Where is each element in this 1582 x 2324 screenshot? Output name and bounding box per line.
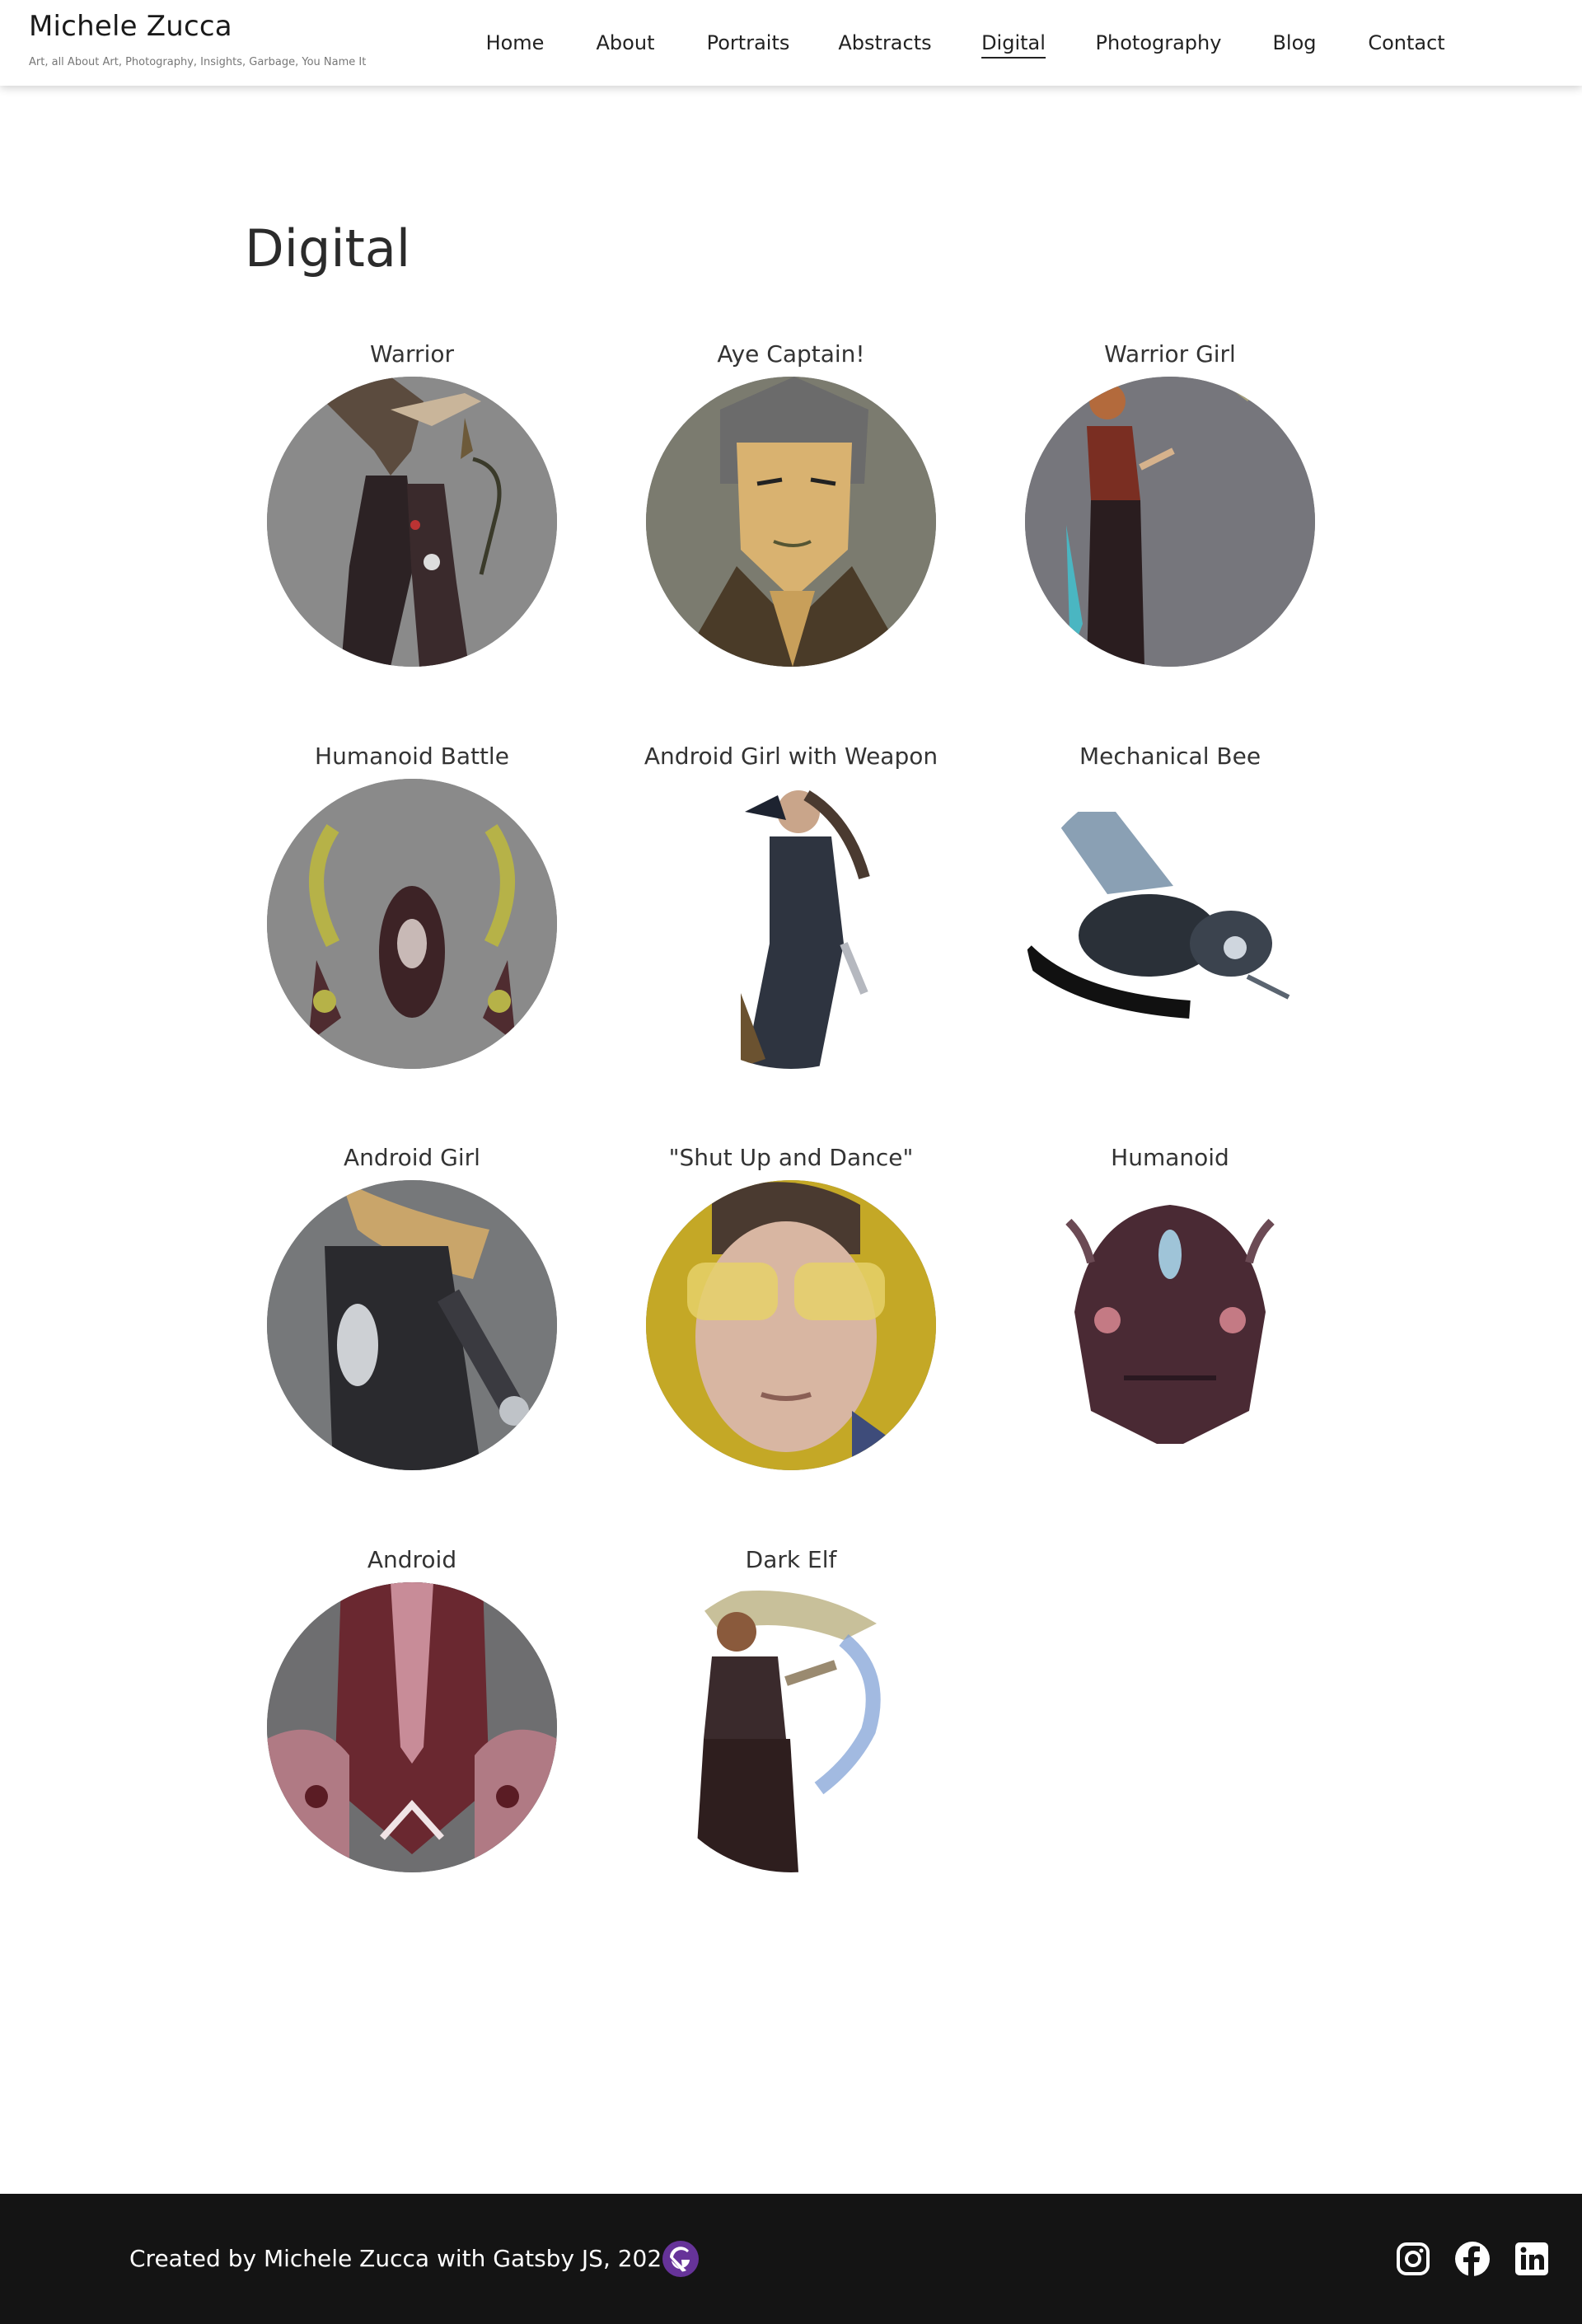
android-girl-thumbnail[interactable] bbox=[267, 1180, 557, 1470]
mechanical-bee-thumbnail[interactable] bbox=[1025, 779, 1315, 1069]
humanoid-battle-thumbnail[interactable] bbox=[267, 779, 557, 1069]
warrior-thumbnail[interactable] bbox=[267, 377, 557, 667]
humanoid-thumbnail[interactable] bbox=[1025, 1180, 1315, 1470]
artwork-title: Dark Elf bbox=[745, 1546, 837, 1573]
nav-blog[interactable]: Blog bbox=[1272, 30, 1316, 55]
nav-contact[interactable]: Contact bbox=[1368, 30, 1444, 55]
artwork-card[interactable]: Humanoid bbox=[997, 1143, 1343, 1473]
shut-up-and-dance-thumbnail[interactable] bbox=[646, 1180, 936, 1470]
artwork-card[interactable]: Aye Captain! bbox=[618, 340, 964, 669]
artwork-card[interactable]: Android Girl bbox=[239, 1143, 585, 1473]
artwork-card[interactable]: Android bbox=[239, 1545, 585, 1875]
artwork-title: "Shut Up and Dance" bbox=[668, 1144, 914, 1171]
facebook-icon[interactable] bbox=[1453, 2240, 1491, 2278]
site-footer: Created by Michele Zucca with Gatsby JS,… bbox=[0, 2194, 1582, 2324]
warrior-girl-thumbnail[interactable] bbox=[1025, 377, 1315, 667]
nav-home[interactable]: Home bbox=[486, 30, 545, 55]
artwork-card[interactable]: Warrior Girl bbox=[997, 340, 1343, 669]
captain-thumbnail[interactable] bbox=[646, 377, 936, 667]
artwork-title: Android Girl bbox=[344, 1144, 480, 1171]
android-thumbnail[interactable] bbox=[267, 1582, 557, 1872]
artwork-title: Android bbox=[367, 1546, 457, 1573]
footer-credit: Created by Michele Zucca with Gatsby JS,… bbox=[129, 2245, 677, 2272]
linkedin-icon[interactable] bbox=[1513, 2240, 1551, 2278]
artwork-card[interactable]: Warrior bbox=[239, 340, 585, 669]
nav-photography[interactable]: Photography bbox=[1096, 30, 1222, 55]
artwork-title: Aye Captain! bbox=[717, 340, 865, 368]
artwork-card[interactable]: Humanoid Battle bbox=[239, 742, 585, 1071]
artwork-title: Humanoid Battle bbox=[315, 743, 509, 770]
artwork-card[interactable]: Mechanical Bee bbox=[997, 742, 1343, 1071]
site-header: Michele Zucca Art, all About Art, Photog… bbox=[0, 0, 1582, 86]
instagram-icon[interactable] bbox=[1394, 2240, 1432, 2278]
gatsby-logo-icon[interactable] bbox=[662, 2240, 700, 2278]
dark-elf-thumbnail[interactable] bbox=[646, 1582, 936, 1872]
nav-about[interactable]: About bbox=[597, 30, 655, 55]
artwork-title: Warrior Girl bbox=[1104, 340, 1236, 368]
main-nav: Home About Portraits Abstracts Digital P… bbox=[0, 0, 1582, 86]
nav-portraits[interactable]: Portraits bbox=[707, 30, 790, 55]
nav-abstracts[interactable]: Abstracts bbox=[838, 30, 931, 55]
android-girl-weapon-thumbnail[interactable] bbox=[646, 779, 936, 1069]
artwork-card[interactable]: Dark Elf bbox=[618, 1545, 964, 1875]
artwork-title: Android Girl with Weapon bbox=[644, 743, 938, 770]
artwork-card[interactable]: "Shut Up and Dance" bbox=[618, 1143, 964, 1473]
nav-digital[interactable]: Digital bbox=[981, 30, 1046, 59]
artwork-title: Warrior bbox=[369, 340, 454, 368]
artwork-title: Mechanical Bee bbox=[1079, 743, 1261, 770]
artwork-card[interactable]: Android Girl with Weapon bbox=[618, 742, 964, 1071]
artwork-title: Humanoid bbox=[1111, 1144, 1229, 1171]
artwork-gallery: Warrior Aye Captain! Warrior Girl Humano… bbox=[0, 0, 1582, 2324]
